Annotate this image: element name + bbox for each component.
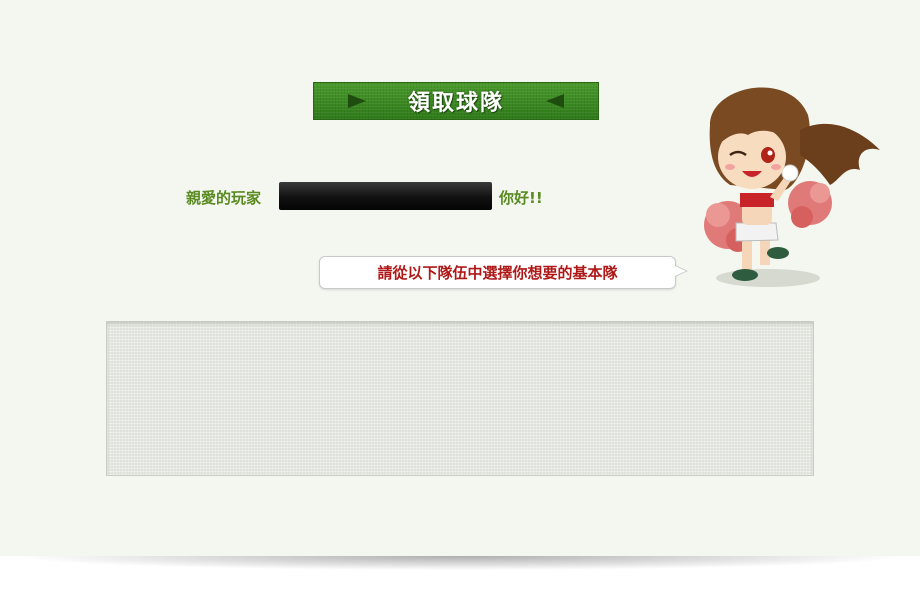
banner-arrow-right-icon xyxy=(348,94,366,108)
banner-arrow-left-icon xyxy=(546,94,564,108)
glove xyxy=(781,164,799,182)
player-name-field xyxy=(279,182,492,210)
instruction-text: 請從以下隊伍中選擇你想要的基本隊 xyxy=(377,264,618,282)
panel-shadow xyxy=(20,556,900,570)
instruction-bubble: 請從以下隊伍中選擇你想要的基本隊 xyxy=(319,256,688,289)
shorts xyxy=(735,222,779,242)
greeting-prefix: 親愛的玩家 xyxy=(186,189,262,207)
eye-open xyxy=(761,147,775,163)
shoe-left xyxy=(732,269,758,281)
title-banner: 領取球隊 xyxy=(313,82,599,120)
ponytail xyxy=(800,123,880,185)
page-title: 領取球隊 xyxy=(407,91,504,116)
greeting-suffix: 你好!! xyxy=(499,189,543,207)
bubble-tail-inner xyxy=(675,266,686,276)
shoe-right xyxy=(767,247,789,259)
main-panel: 領取球隊 親愛的玩家 你好!! 請從以下隊伍中選擇你想要的基本隊 xyxy=(0,0,920,556)
pompom-right xyxy=(788,181,832,228)
team-selection-area[interactable] xyxy=(106,321,814,476)
mascot-shadow xyxy=(716,269,820,287)
cheerleader-mascot xyxy=(704,87,880,287)
top xyxy=(740,193,774,207)
